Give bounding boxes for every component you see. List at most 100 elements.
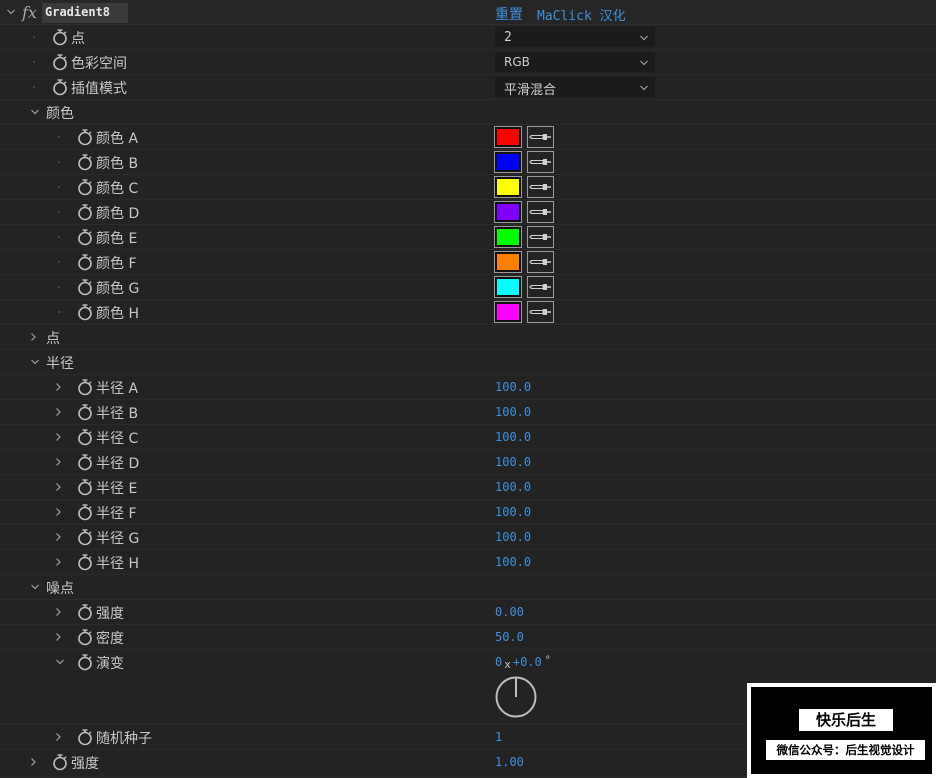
radius-c-value[interactable]: 100.0 xyxy=(495,430,531,444)
indent-dot xyxy=(58,311,60,313)
interp-mode-label: 插值模式 xyxy=(71,81,127,97)
color-swatch[interactable] xyxy=(494,126,522,148)
evolution-value[interactable]: 0 x +0.0 ° xyxy=(495,655,551,671)
twirl-down-icon[interactable] xyxy=(30,107,40,117)
stopwatch-icon[interactable] xyxy=(77,279,93,296)
color-e-row: 颜色 E xyxy=(0,225,936,250)
twirl-right-icon[interactable] xyxy=(53,732,63,742)
noise-strength-row: 强度 0.00 xyxy=(0,600,936,625)
stopwatch-icon[interactable] xyxy=(77,454,93,471)
color-c-fill xyxy=(497,179,519,195)
twirl-right-icon[interactable] xyxy=(28,757,38,767)
twirl-down-icon[interactable] xyxy=(30,582,40,592)
color-d-fill xyxy=(497,204,519,220)
stopwatch-icon[interactable] xyxy=(77,129,93,146)
color-swatch[interactable] xyxy=(494,151,522,173)
effect-name[interactable]: Gradient8 xyxy=(42,3,128,23)
stopwatch-icon[interactable] xyxy=(52,54,68,71)
plugin-about-link[interactable]: MaClick 汉化 xyxy=(537,5,626,24)
stopwatch-icon[interactable] xyxy=(52,29,68,46)
color-swatch[interactable] xyxy=(494,201,522,223)
radius-h-label: 半径 H xyxy=(96,556,139,572)
stopwatch-icon[interactable] xyxy=(77,504,93,521)
stopwatch-icon[interactable] xyxy=(77,429,93,446)
stopwatch-icon[interactable] xyxy=(77,554,93,571)
twirl-down-icon[interactable] xyxy=(30,357,40,367)
radius-d-value[interactable]: 100.0 xyxy=(495,455,531,469)
radius-e-label: 半径 E xyxy=(96,481,138,497)
radius-b-value[interactable]: 100.0 xyxy=(495,405,531,419)
twirl-right-icon[interactable] xyxy=(28,332,38,342)
interp-mode-row: 插值模式 平滑混合 xyxy=(0,75,936,100)
indent-dot xyxy=(58,286,60,288)
eyedropper-icon[interactable] xyxy=(527,151,554,173)
point-count-dropdown[interactable]: 2 xyxy=(495,27,655,47)
eyedropper-icon[interactable] xyxy=(527,126,554,148)
strength-label: 强度 xyxy=(71,756,99,772)
twirl-right-icon[interactable] xyxy=(53,632,63,642)
radius-g-value[interactable]: 100.0 xyxy=(495,530,531,544)
color-swatch[interactable] xyxy=(494,301,522,323)
stopwatch-icon[interactable] xyxy=(52,754,68,771)
fx-icon[interactable]: fx xyxy=(22,3,37,22)
twirl-right-icon[interactable] xyxy=(53,607,63,617)
indent-dot xyxy=(58,211,60,213)
color-swatch[interactable] xyxy=(494,226,522,248)
angle-dial-icon[interactable] xyxy=(495,676,537,718)
radius-a-value[interactable]: 100.0 xyxy=(495,380,531,394)
stopwatch-icon[interactable] xyxy=(77,229,93,246)
stopwatch-icon[interactable] xyxy=(77,154,93,171)
stopwatch-icon[interactable] xyxy=(77,654,93,671)
twirl-right-icon[interactable] xyxy=(53,557,63,567)
radius-f-label: 半径 F xyxy=(96,506,137,522)
radius-b-row: 半径 B 100.0 xyxy=(0,400,936,425)
eyedropper-icon[interactable] xyxy=(527,251,554,273)
stopwatch-icon[interactable] xyxy=(77,604,93,621)
stopwatch-icon[interactable] xyxy=(77,254,93,271)
stopwatch-icon[interactable] xyxy=(77,304,93,321)
twirl-right-icon[interactable] xyxy=(53,507,63,517)
strength-value[interactable]: 1.00 xyxy=(495,755,524,769)
stopwatch-icon[interactable] xyxy=(77,529,93,546)
radius-e-value[interactable]: 100.0 xyxy=(495,480,531,494)
eyedropper-icon[interactable] xyxy=(527,201,554,223)
stopwatch-icon[interactable] xyxy=(77,479,93,496)
color-space-dropdown[interactable]: RGB xyxy=(495,52,655,72)
stopwatch-icon[interactable] xyxy=(77,729,93,746)
twirl-right-icon[interactable] xyxy=(53,407,63,417)
reset-link[interactable]: 重置 xyxy=(495,4,523,24)
random-seed-value[interactable]: 1 xyxy=(495,730,502,744)
noise-strength-value[interactable]: 0.00 xyxy=(495,605,524,619)
noise-density-value[interactable]: 50.0 xyxy=(495,630,524,644)
radius-g-label: 半径 G xyxy=(96,531,140,547)
twirl-right-icon[interactable] xyxy=(53,532,63,542)
radius-f-value[interactable]: 100.0 xyxy=(495,505,531,519)
stopwatch-icon[interactable] xyxy=(77,379,93,396)
radius-h-value[interactable]: 100.0 xyxy=(495,555,531,569)
twirl-right-icon[interactable] xyxy=(53,457,63,467)
eyedropper-icon[interactable] xyxy=(527,226,554,248)
twirl-down-icon[interactable] xyxy=(6,7,16,17)
color-swatch[interactable] xyxy=(494,276,522,298)
effect-header-row: fx Gradient8 重置 MaClick 汉化 xyxy=(0,0,936,25)
eyedropper-icon[interactable] xyxy=(527,276,554,298)
eyedropper-icon[interactable] xyxy=(527,176,554,198)
eyedropper-icon[interactable] xyxy=(527,301,554,323)
stopwatch-icon[interactable] xyxy=(77,204,93,221)
chevron-down-icon xyxy=(639,58,649,68)
stopwatch-icon[interactable] xyxy=(77,179,93,196)
stopwatch-icon[interactable] xyxy=(77,629,93,646)
color-e-fill xyxy=(497,229,519,245)
twirl-right-icon[interactable] xyxy=(53,432,63,442)
evolution-degrees[interactable]: +0.0 xyxy=(513,655,542,669)
stopwatch-icon[interactable] xyxy=(77,404,93,421)
color-swatch[interactable] xyxy=(494,176,522,198)
twirl-right-icon[interactable] xyxy=(53,382,63,392)
twirl-down-icon[interactable] xyxy=(55,657,65,667)
interp-mode-dropdown[interactable]: 平滑混合 xyxy=(495,77,655,98)
color-f-row: 颜色 F xyxy=(0,250,936,275)
stopwatch-icon[interactable] xyxy=(52,79,68,96)
twirl-right-icon[interactable] xyxy=(53,482,63,492)
color-swatch[interactable] xyxy=(494,251,522,273)
evolution-revolutions[interactable]: 0 xyxy=(495,655,502,669)
